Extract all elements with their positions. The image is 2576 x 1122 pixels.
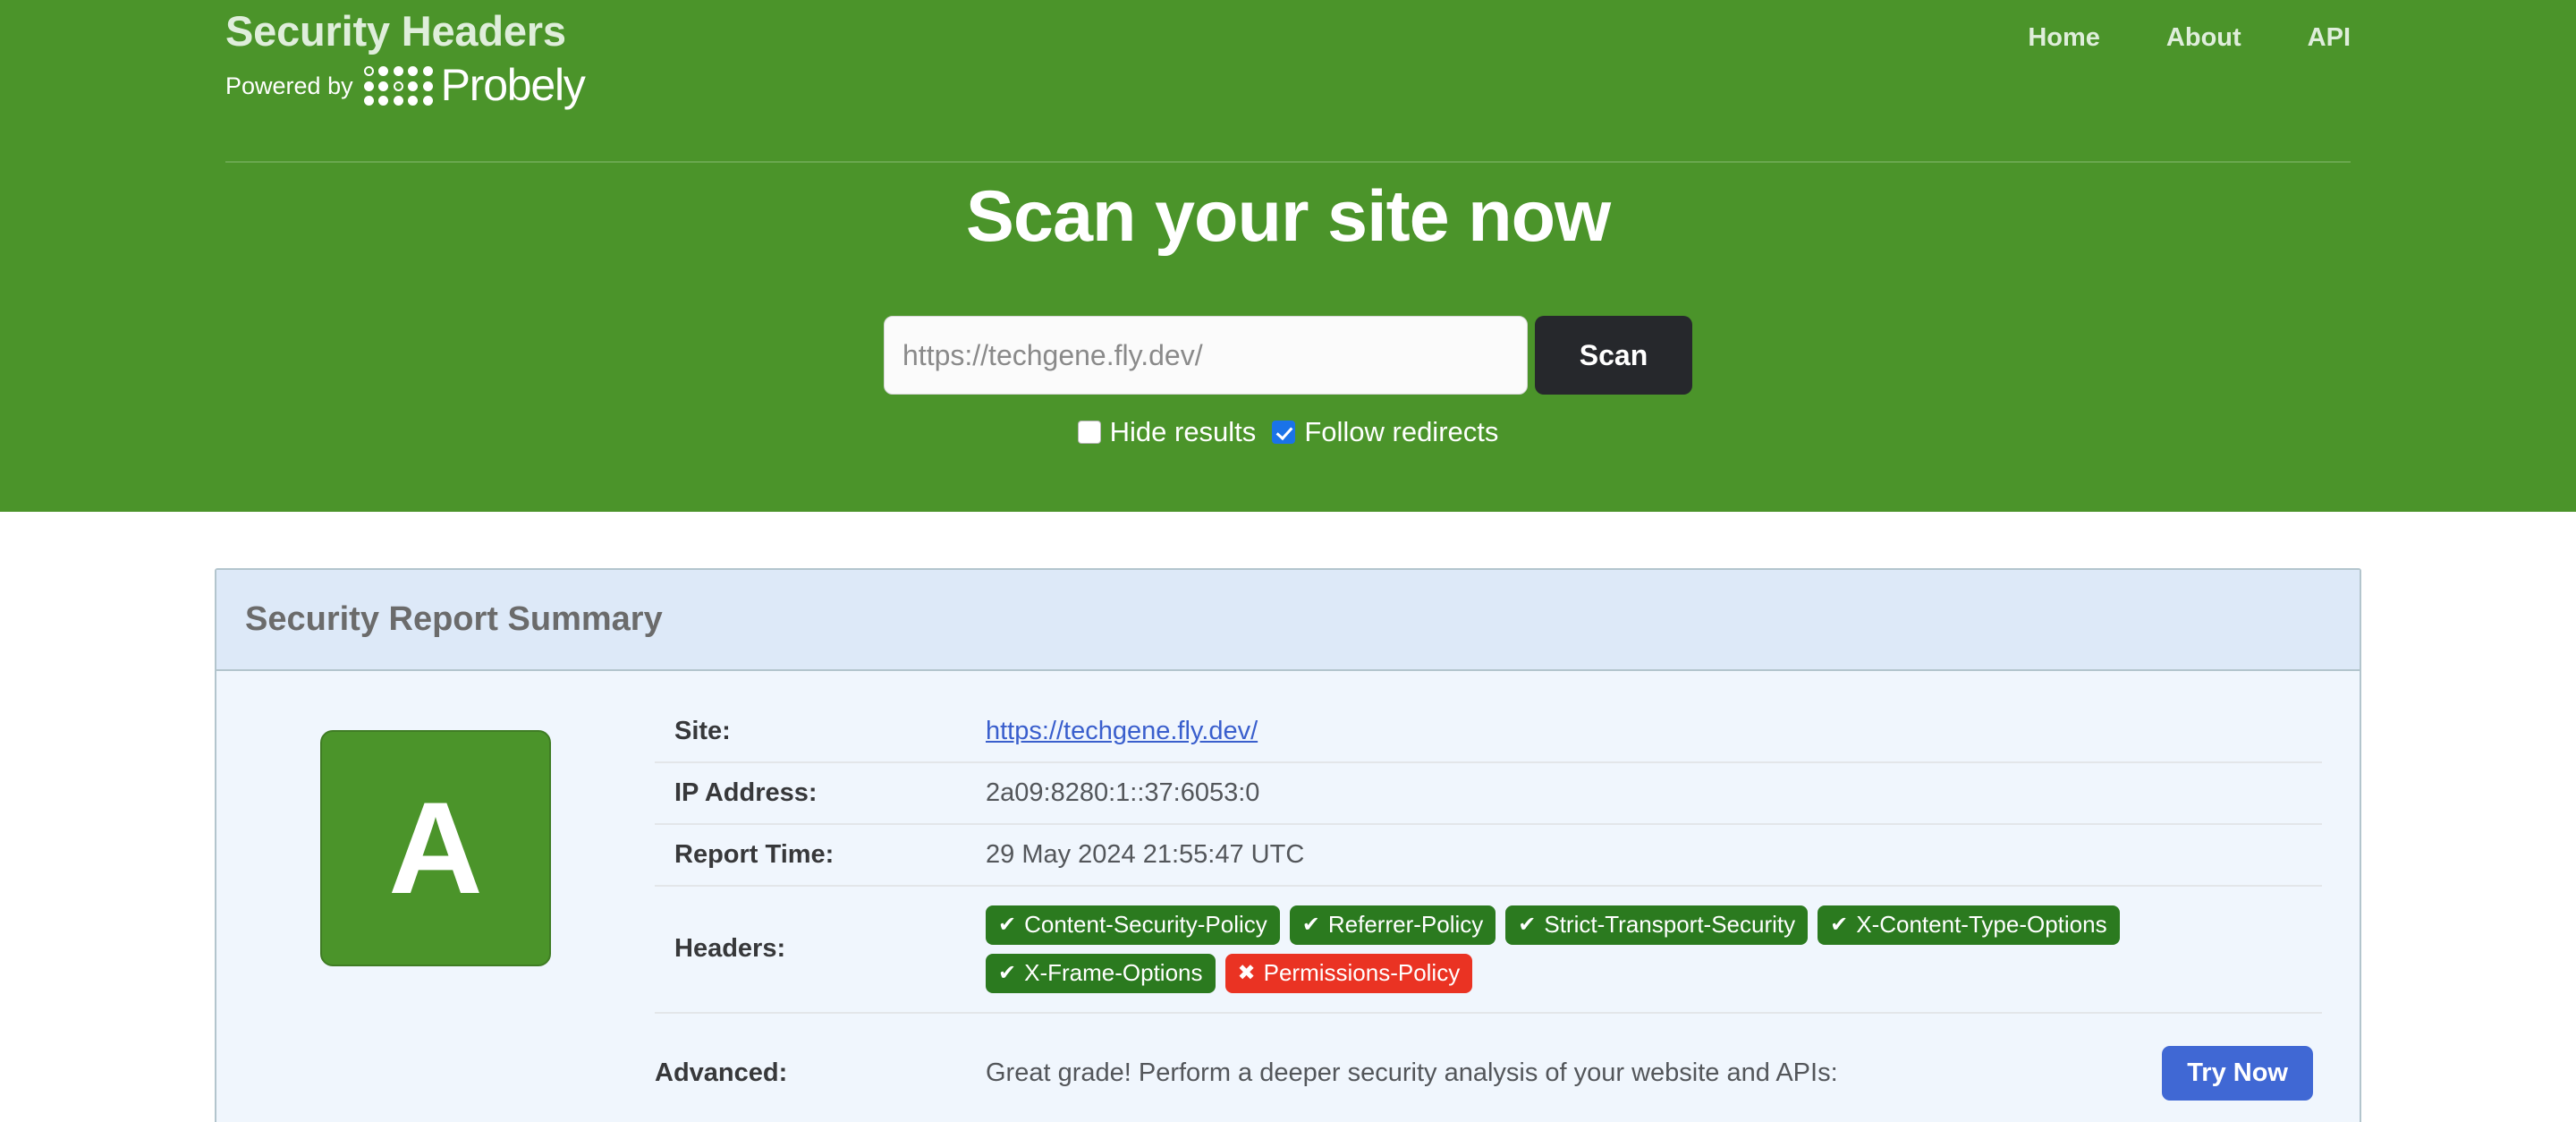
probely-dot-grid-icon bbox=[363, 66, 433, 106]
report-card-header: Security Report Summary bbox=[216, 570, 2360, 671]
check-icon: ✔ bbox=[1830, 912, 1849, 937]
probely-logo: Probely bbox=[363, 60, 586, 111]
advanced-text: Great grade! Perform a deeper security a… bbox=[986, 1058, 1838, 1087]
check-icon: ✔ bbox=[998, 960, 1017, 985]
nav-link-api[interactable]: API bbox=[2308, 23, 2351, 53]
status-badge: ✔ Referrer-Policy bbox=[1289, 905, 1496, 945]
nav-link-about[interactable]: About bbox=[2166, 23, 2241, 53]
report-card-body: A Site: https://techgene.fly.dev/ IP Add… bbox=[216, 671, 2360, 1122]
site-link[interactable]: https://techgene.fly.dev/ bbox=[986, 717, 1258, 745]
security-report-card: Security Report Summary A Site: https://… bbox=[215, 568, 2361, 1122]
grade-column: A bbox=[216, 701, 655, 1122]
ip-address-value: 2a09:8280:1::37:6053:0 bbox=[986, 762, 2322, 825]
status-badge: ✔ Strict-Transport-Security bbox=[1505, 905, 1809, 945]
try-now-button[interactable]: Try Now bbox=[2162, 1045, 2313, 1101]
table-row: Advanced: Great grade! Perform a deeper … bbox=[655, 1012, 2322, 1122]
status-badge-label: Permissions-Policy bbox=[1263, 958, 1461, 986]
header-divider bbox=[225, 161, 2351, 163]
powered-by-row: Powered by Probely bbox=[225, 60, 586, 111]
table-row: Report Time: 29 May 2024 21:55:47 UTC bbox=[655, 824, 2322, 887]
status-badge: ✔ X-Frame-Options bbox=[986, 953, 1216, 993]
powered-by-label: Powered by bbox=[225, 72, 353, 99]
site-header: Security Headers Powered by Probely Home… bbox=[0, 0, 2576, 512]
nav-link-home[interactable]: Home bbox=[2028, 23, 2100, 53]
cross-icon: ✖ bbox=[1237, 960, 1256, 985]
site-value-cell: https://techgene.fly.dev/ bbox=[986, 701, 2322, 763]
report-card-title: Security Report Summary bbox=[245, 600, 663, 638]
advanced-content: Great grade! Perform a deeper security a… bbox=[986, 1045, 2322, 1101]
table-row: IP Address: 2a09:8280:1::37:6053:0 bbox=[655, 762, 2322, 825]
ip-address-label: IP Address: bbox=[655, 762, 986, 825]
grade-letter: A bbox=[388, 775, 483, 921]
site-label: Site: bbox=[655, 701, 986, 763]
status-badge-label: Content-Security-Policy bbox=[1024, 911, 1267, 938]
hide-results-checkbox[interactable] bbox=[1077, 421, 1101, 444]
brand-block[interactable]: Security Headers Powered by Probely bbox=[225, 7, 586, 111]
scan-options-row: Hide results Follow redirects bbox=[215, 416, 2361, 448]
probely-wordmark: Probely bbox=[440, 60, 586, 111]
status-badge: ✔ X-Content-Type-Options bbox=[1818, 905, 2120, 945]
table-row: Site: https://techgene.fly.dev/ bbox=[655, 701, 2322, 763]
main-content: Security Report Summary A Site: https://… bbox=[215, 512, 2361, 1122]
main-nav: Home About API bbox=[2028, 23, 2351, 53]
advanced-value-cell: Great grade! Perform a deeper security a… bbox=[986, 1012, 2322, 1122]
report-details-table: Site: https://techgene.fly.dev/ IP Addre… bbox=[655, 701, 2322, 1122]
advanced-label: Advanced: bbox=[655, 1012, 986, 1122]
headers-badge-row: ✔ Content-Security-Policy ✔ Referrer-Pol… bbox=[986, 902, 2283, 997]
status-badge-label: X-Frame-Options bbox=[1024, 958, 1203, 986]
check-icon: ✔ bbox=[1518, 912, 1537, 937]
url-input[interactable] bbox=[884, 316, 1528, 395]
grade-badge: A bbox=[320, 730, 551, 966]
report-details-column: Site: https://techgene.fly.dev/ IP Addre… bbox=[655, 701, 2360, 1122]
check-icon: ✔ bbox=[1301, 912, 1320, 937]
status-badge-label: X-Content-Type-Options bbox=[1856, 911, 2107, 938]
headers-value-cell: ✔ Content-Security-Policy ✔ Referrer-Pol… bbox=[986, 886, 2322, 1014]
status-badge-label: Strict-Transport-Security bbox=[1544, 911, 1796, 938]
table-row: Headers: ✔ Content-Security-Policy ✔ Ref… bbox=[655, 886, 2322, 1014]
hide-results-label: Hide results bbox=[1109, 416, 1257, 447]
option-hide-results[interactable]: Hide results bbox=[1077, 416, 1257, 448]
check-icon: ✔ bbox=[998, 912, 1017, 937]
status-badge: ✖ Permissions-Policy bbox=[1224, 953, 1473, 993]
follow-redirects-label: Follow redirects bbox=[1304, 416, 1499, 447]
report-time-label: Report Time: bbox=[655, 824, 986, 887]
status-badge: ✔ Content-Security-Policy bbox=[986, 905, 1280, 945]
option-follow-redirects[interactable]: Follow redirects bbox=[1272, 416, 1498, 448]
hero-title: Scan your site now bbox=[965, 176, 1611, 257]
scan-button[interactable]: Scan bbox=[1535, 316, 1692, 395]
headers-label: Headers: bbox=[655, 886, 986, 1014]
follow-redirects-checkbox[interactable] bbox=[1272, 421, 1296, 444]
status-badge-label: Referrer-Policy bbox=[1327, 911, 1484, 938]
report-time-value: 29 May 2024 21:55:47 UTC bbox=[986, 824, 2322, 887]
header-inner: Security Headers Powered by Probely Home… bbox=[215, 0, 2361, 447]
scan-form: Scan bbox=[215, 316, 2361, 395]
page-title: Security Headers bbox=[225, 7, 566, 55]
